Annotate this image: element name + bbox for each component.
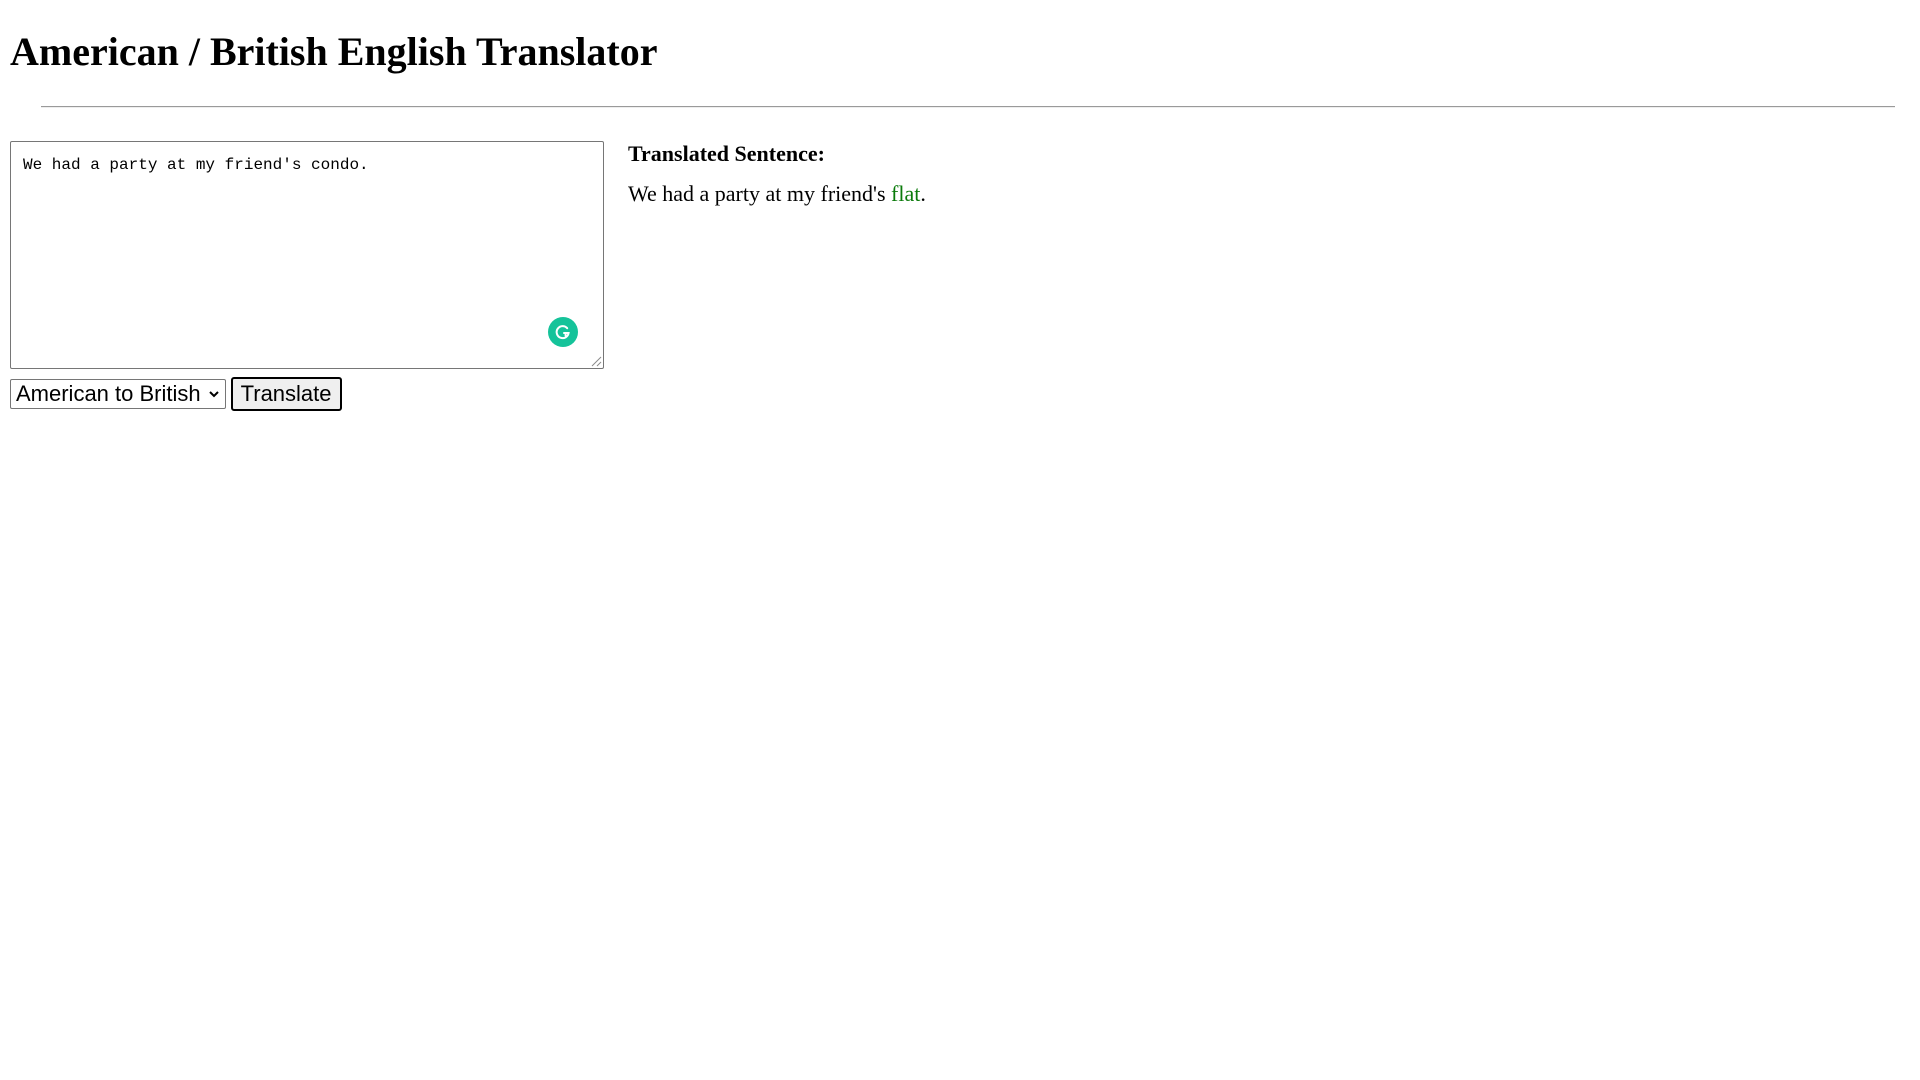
resize-handle-icon[interactable]	[590, 355, 602, 367]
sentence-text-after: .	[920, 181, 926, 206]
grammarly-icon[interactable]	[548, 317, 578, 347]
translate-button[interactable]: Translate	[230, 377, 342, 411]
page: American / British English Translator We…	[0, 0, 1920, 1080]
text-input[interactable]: We had a party at my friend's condo.	[10, 141, 604, 369]
input-area: We had a party at my friend's condo.	[10, 141, 604, 369]
page-title: American / British English Translator	[10, 29, 658, 74]
sentence-text-before: We had a party at my friend's	[628, 181, 892, 206]
locale-select[interactable]: American to British	[10, 379, 226, 409]
divider	[41, 106, 1895, 108]
output-heading: Translated Sentence:	[628, 141, 825, 166]
translated-word: flat	[891, 181, 921, 206]
translated-sentence: We had a party at my friend's flat.	[628, 179, 926, 209]
locale-select-value: American to British	[16, 381, 201, 406]
controls: American to British Translate	[10, 377, 342, 411]
output-section: Translated Sentence: We had a party at m…	[628, 139, 926, 209]
chevron-down-icon	[208, 391, 219, 398]
